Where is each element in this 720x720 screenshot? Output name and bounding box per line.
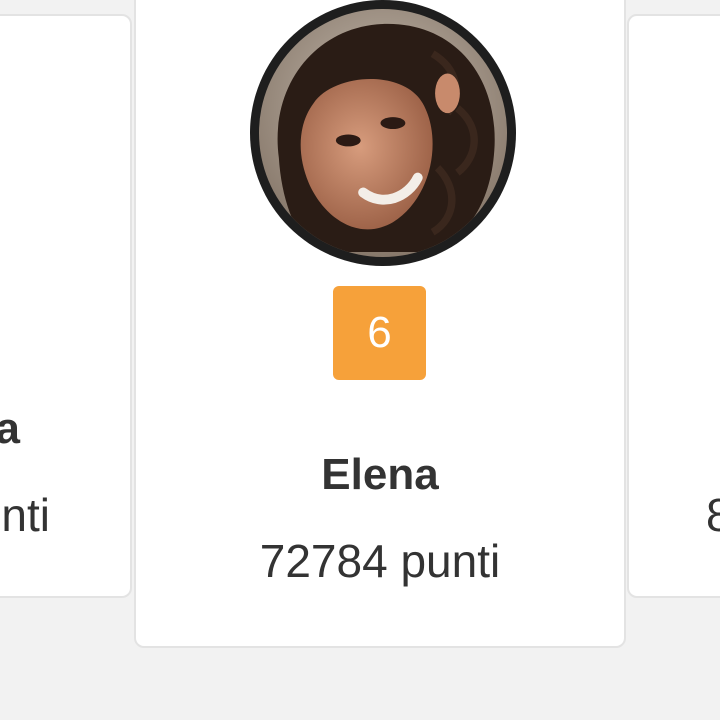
- leaderboard-carousel: a nti 8 6 Elena 72784 punti: [0, 0, 720, 720]
- previous-user-name: a: [0, 404, 20, 453]
- previous-user-points: nti: [1, 489, 50, 541]
- next-user-points: 8: [706, 489, 720, 541]
- rank-badge: 6: [333, 286, 426, 380]
- avatar-photo: [259, 9, 507, 257]
- avatar[interactable]: [250, 0, 516, 266]
- user-points: 72784 punti: [259, 535, 501, 587]
- user-name: Elena: [321, 450, 439, 499]
